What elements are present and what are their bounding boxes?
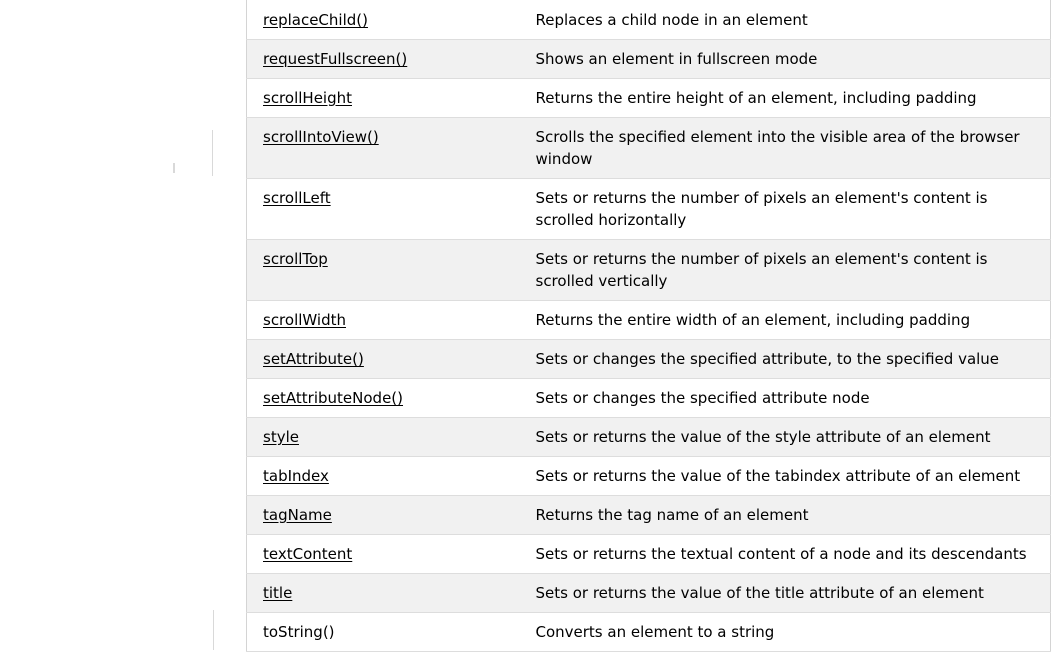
description-cell: Shows an element in fullscreen mode <box>518 39 1051 79</box>
page: replaceChild() Replaces a child node in a… <box>0 0 1054 664</box>
description-cell: Sets or returns the number of pixels an … <box>518 178 1051 240</box>
property-cell: scrollIntoView() <box>246 117 519 179</box>
table-row: scrollHeight Returns the entire height of… <box>246 78 1051 118</box>
description-cell: Returns the entire width of an element, … <box>518 300 1051 340</box>
property-link[interactable]: tagName <box>263 506 332 524</box>
left-sidebar-blank <box>0 0 246 664</box>
property-link[interactable]: textContent <box>263 545 352 563</box>
property-link[interactable]: scrollIntoView() <box>263 128 379 146</box>
property-link[interactable]: setAttribute() <box>263 350 364 368</box>
property-link[interactable]: setAttributeNode() <box>263 389 403 407</box>
property-cell: replaceChild() <box>246 0 519 40</box>
table-row: toString() Converts an element to a strin… <box>246 612 1051 652</box>
table-row: style Sets or returns the value of the st… <box>246 417 1051 457</box>
property-cell: setAttribute() <box>246 339 519 379</box>
table-row: title Sets or returns the value of the ti… <box>246 573 1051 613</box>
description-cell: Converts an element to a string <box>518 612 1051 652</box>
sidebar-divider <box>212 130 213 176</box>
table-row: scrollIntoView() Scrolls the specified el… <box>246 117 1051 179</box>
description-cell: Returns the tag name of an element <box>518 495 1051 535</box>
property-link[interactable]: scrollLeft <box>263 189 331 207</box>
property-cell: scrollWidth <box>246 300 519 340</box>
description-cell: Sets or changes the specified attribute … <box>518 378 1051 418</box>
description-cell: Sets or changes the specified attribute,… <box>518 339 1051 379</box>
table-row: scrollTop Sets or returns the number of p… <box>246 239 1051 301</box>
property-link[interactable]: style <box>263 428 299 446</box>
property-cell: setAttributeNode() <box>246 378 519 418</box>
property-link[interactable]: replaceChild() <box>263 11 368 29</box>
property-link[interactable]: title <box>263 584 292 602</box>
property-cell: toString() <box>246 612 519 652</box>
property-cell: textContent <box>246 534 519 574</box>
property-cell: requestFullscreen() <box>246 39 519 79</box>
property-link[interactable]: scrollTop <box>263 250 328 268</box>
sidebar-divider <box>173 163 175 173</box>
description-cell: Replaces a child node in an element <box>518 0 1051 40</box>
property-cell: scrollHeight <box>246 78 519 118</box>
table-row: scrollWidth Returns the entire width of a… <box>246 300 1051 340</box>
property-link[interactable]: scrollWidth <box>263 311 346 329</box>
property-cell: title <box>246 573 519 613</box>
table-row: requestFullscreen() Shows an element in f… <box>246 39 1051 79</box>
table-row: scrollLeft Sets or returns the number of … <box>246 178 1051 240</box>
description-cell: Sets or returns the value of the tabinde… <box>518 456 1051 496</box>
property-cell: tabIndex <box>246 456 519 496</box>
property-link[interactable]: requestFullscreen() <box>263 50 407 68</box>
description-cell: Sets or returns the number of pixels an … <box>518 239 1051 301</box>
description-cell: Returns the entire height of an element,… <box>518 78 1051 118</box>
table-row: setAttributeNode() Sets or changes the sp… <box>246 378 1051 418</box>
table-row: tagName Returns the tag name of an elemen… <box>246 495 1051 535</box>
description-cell: Sets or returns the value of the title a… <box>518 573 1051 613</box>
property-cell: scrollLeft <box>246 178 519 240</box>
table-row: setAttribute() Sets or changes the specif… <box>246 339 1051 379</box>
property-link[interactable]: scrollHeight <box>263 89 352 107</box>
element-reference-table: replaceChild() Replaces a child node in a… <box>246 0 1051 652</box>
table-row: replaceChild() Replaces a child node in a… <box>246 0 1051 40</box>
property-cell: scrollTop <box>246 239 519 301</box>
sidebar-divider <box>213 610 214 650</box>
table-body: replaceChild() Replaces a child node in a… <box>246 0 1051 652</box>
description-cell: Sets or returns the textual content of a… <box>518 534 1051 574</box>
property-cell: style <box>246 417 519 457</box>
description-cell: Scrolls the specified element into the v… <box>518 117 1051 179</box>
property-name: toString() <box>263 623 335 641</box>
property-cell: tagName <box>246 495 519 535</box>
property-link[interactable]: tabIndex <box>263 467 329 485</box>
table-row: tabIndex Sets or returns the value of the… <box>246 456 1051 496</box>
description-cell: Sets or returns the value of the style a… <box>518 417 1051 457</box>
table-row: textContent Sets or returns the textual c… <box>246 534 1051 574</box>
